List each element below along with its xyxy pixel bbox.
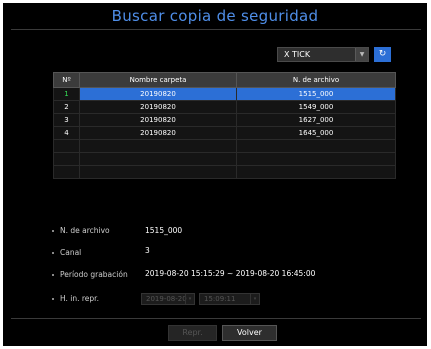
file-number-label: N. de archivo	[52, 226, 110, 235]
row-index: 3	[53, 113, 80, 127]
table-row[interactable]: 1 20190820 1515_000	[53, 87, 396, 101]
table-row[interactable]: 4 20190820 1645_000	[53, 126, 396, 140]
row-folder-name: 20190820	[79, 87, 237, 101]
backup-search-dialog: Buscar copia de seguridad X TICK ▼ ↻ Nº …	[3, 3, 427, 346]
chevron-down-icon[interactable]: ▼	[355, 48, 368, 61]
chevron-down-icon[interactable]: ▾	[185, 294, 194, 304]
device-select-value: X TICK	[284, 50, 311, 59]
row-file-number: 1645_000	[236, 126, 396, 140]
refresh-button[interactable]: ↻	[374, 47, 391, 62]
channel-value: 3	[145, 246, 150, 255]
recording-period-value: 2019-08-20 15:15:29 ~ 2019-08-20 16:45:0…	[145, 269, 316, 278]
title-divider	[11, 29, 421, 30]
playback-start-time-field[interactable]: 15:09:11 ▾	[199, 293, 260, 305]
row-file-number: 1515_000	[236, 87, 396, 101]
file-number-value: 1515_000	[145, 226, 183, 235]
table-row-empty	[53, 165, 396, 179]
row-file-number: 1549_000	[236, 100, 396, 114]
play-button[interactable]: Repr.	[168, 325, 217, 341]
footer-divider	[11, 318, 421, 319]
device-select[interactable]: X TICK ▼	[277, 47, 369, 62]
recording-period-label: Período grabación	[52, 270, 128, 279]
column-header-folder-name[interactable]: Nombre carpeta	[79, 72, 237, 88]
bullet-icon	[52, 298, 54, 300]
bullet-icon	[52, 230, 54, 232]
table-row[interactable]: 2 20190820 1549_000	[53, 100, 396, 114]
table-row-empty	[53, 152, 396, 166]
row-folder-name: 20190820	[79, 100, 237, 114]
bullet-icon	[52, 274, 54, 276]
table-row[interactable]: 3 20190820 1627_000	[53, 113, 396, 127]
playback-start-date-field[interactable]: 2019-08-20 ▾	[141, 293, 195, 305]
refresh-icon: ↻	[378, 49, 387, 59]
file-table: Nº Nombre carpeta N. de archivo 1 201908…	[53, 72, 396, 179]
table-row-empty	[53, 139, 396, 153]
row-folder-name: 20190820	[79, 126, 237, 140]
row-index: 1	[53, 87, 80, 101]
playback-start-label: H. in. repr.	[52, 294, 99, 303]
channel-label: Canal	[52, 248, 81, 257]
back-button[interactable]: Volver	[222, 325, 277, 341]
row-file-number: 1627_000	[236, 113, 396, 127]
bullet-icon	[52, 252, 54, 254]
chevron-down-icon[interactable]: ▾	[250, 294, 259, 304]
row-index: 2	[53, 100, 80, 114]
row-folder-name: 20190820	[79, 113, 237, 127]
table-header-row: Nº Nombre carpeta N. de archivo	[53, 72, 396, 88]
column-header-file-number[interactable]: N. de archivo	[236, 72, 396, 88]
column-header-number: Nº	[53, 72, 80, 88]
dialog-title: Buscar copia de seguridad	[111, 7, 319, 25]
row-index: 4	[53, 126, 80, 140]
